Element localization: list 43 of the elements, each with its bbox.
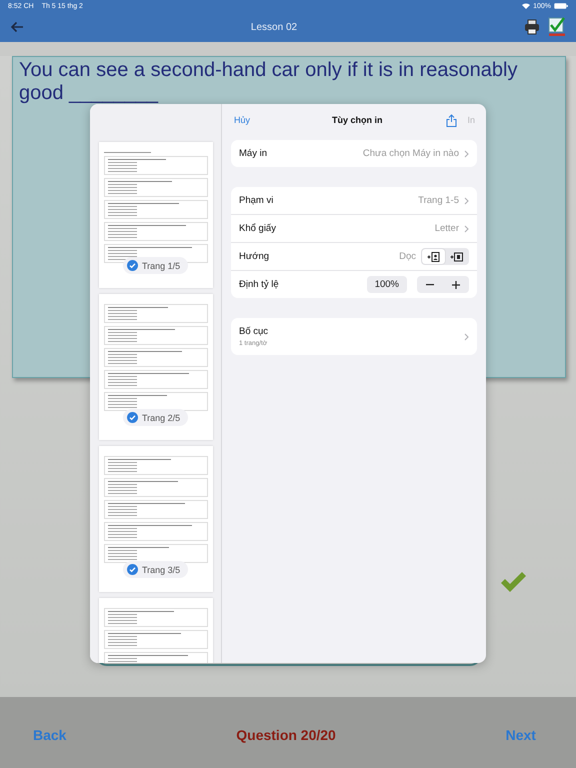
- row-label: Hướng: [239, 251, 270, 262]
- scale-stepper[interactable]: [417, 276, 469, 293]
- nav-title: Lesson 02: [250, 22, 298, 32]
- page-thumbnail[interactable]: Trang 2/5: [99, 294, 213, 440]
- row-label: Định tỷ lệ: [239, 279, 280, 290]
- question-counter: Question 20/20: [236, 726, 336, 742]
- page-badge: Trang 1/5: [123, 257, 188, 274]
- row-value: Letter: [434, 223, 459, 234]
- scale-field[interactable]: 100%: [366, 276, 407, 293]
- checkbox-icon[interactable]: [548, 17, 566, 37]
- landscape-icon: [450, 252, 463, 262]
- dialog-title: Tùy chọn in: [331, 115, 384, 125]
- battery-icon: [554, 3, 568, 9]
- chevron-icon: [464, 332, 469, 340]
- question-text: You can see a second-hand car only if it is in reasonably good ________: [19, 59, 518, 105]
- chevron-icon: [464, 196, 469, 204]
- orientation-option[interactable]: [422, 249, 445, 264]
- row-value: Trang 1-5: [418, 195, 459, 206]
- page-badge: Trang 3/5: [123, 561, 188, 578]
- page-thumbnail[interactable]: Trang 1/5: [99, 142, 213, 288]
- row-value: Chưa chọn Máy in nào: [362, 148, 459, 159]
- settings-row[interactable]: Phạm vi Trang 1-5: [231, 187, 477, 215]
- plus-icon: [452, 280, 460, 288]
- chevron-icon: [464, 224, 469, 232]
- checkmark-icon: [500, 572, 526, 592]
- row-value: Dọc: [399, 251, 416, 262]
- cancel-button[interactable]: Hủy: [231, 115, 250, 125]
- orientation-control[interactable]: [421, 248, 469, 265]
- share-icon[interactable]: [446, 114, 458, 126]
- printer-icon[interactable]: [524, 19, 540, 35]
- row-label: Khổ giấy: [239, 223, 277, 234]
- chevron-icon: [464, 150, 469, 158]
- settings-row[interactable]: Máy in Chưa chọn Máy in nào: [231, 140, 477, 167]
- page-badge: Trang 2/5: [123, 409, 188, 426]
- row-label: Máy in: [239, 148, 268, 159]
- back-arrow-icon[interactable]: [10, 21, 24, 33]
- row-label: Phạm vi: [239, 195, 274, 206]
- page-thumbnail[interactable]: Trang 3/5: [99, 446, 213, 592]
- settings-row[interactable]: Khổ giấy Letter: [231, 215, 477, 243]
- minus-icon: [426, 284, 434, 286]
- row-label: Bố cục: [239, 326, 270, 337]
- portrait-icon: [427, 252, 440, 262]
- wifi-icon: [522, 3, 530, 9]
